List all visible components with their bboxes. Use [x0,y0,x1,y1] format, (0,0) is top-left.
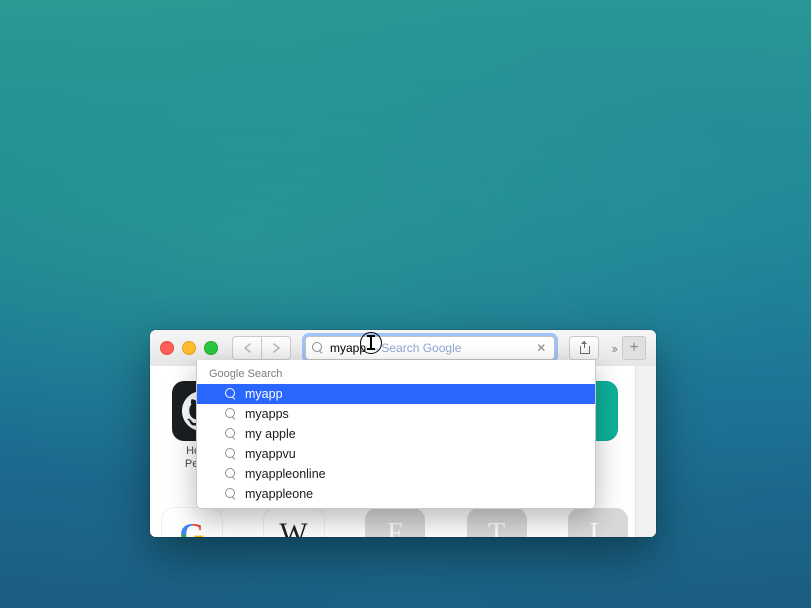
traffic-lights [160,341,218,355]
forward-button[interactable] [261,336,291,360]
search-icon [225,448,237,460]
search-icon [225,488,237,500]
share-button[interactable] [569,336,599,360]
safari-window: myapp — Search Google ✕ ›› + HomelP [150,330,656,537]
search-icon [312,342,324,354]
clear-input-button[interactable]: ✕ [534,341,548,355]
nav-buttons [232,336,291,360]
back-button[interactable] [232,336,261,360]
dropdown-header: Google Search [197,364,595,384]
minimize-window-button[interactable] [182,341,196,355]
close-window-button[interactable] [160,341,174,355]
suggestion-item[interactable]: myappvu [197,444,595,464]
address-bar[interactable]: myapp — Search Google ✕ [305,336,555,360]
favorite-wikipedia[interactable]: W [264,508,324,537]
favorite-letter-l[interactable]: L [568,508,628,537]
new-tab-button[interactable]: + [622,336,646,360]
wikipedia-icon: W [279,517,307,537]
search-icon [225,408,237,420]
toolbar-overflow-button[interactable]: ›› [611,341,616,356]
suggestion-item[interactable]: my apple [197,424,595,444]
suggestion-item[interactable]: myapp [197,384,595,404]
google-icon: G [180,516,205,538]
search-icon [225,428,237,440]
zoom-window-button[interactable] [204,341,218,355]
suggestion-item[interactable]: myappleone [197,484,595,504]
favorite-letter-f[interactable]: F [365,508,425,537]
favorites-row-2: G W F T L [162,508,628,537]
search-icon [225,468,237,480]
suggestion-item[interactable]: myapps [197,404,595,424]
desktop-wallpaper: myapp — Search Google ✕ ›› + HomelP [0,0,811,608]
share-icon [579,343,589,353]
address-bar-placeholder: — Search Google [366,341,461,355]
window-right-edge [635,366,656,537]
search-icon [225,388,237,400]
address-bar-text: myapp [330,341,366,355]
favorite-google[interactable]: G [162,508,222,537]
suggestion-item[interactable]: myappleonline [197,464,595,484]
favorite-letter-t[interactable]: T [467,508,527,537]
search-suggestions-dropdown: Google Search myapp myapps my apple myap… [196,360,596,509]
